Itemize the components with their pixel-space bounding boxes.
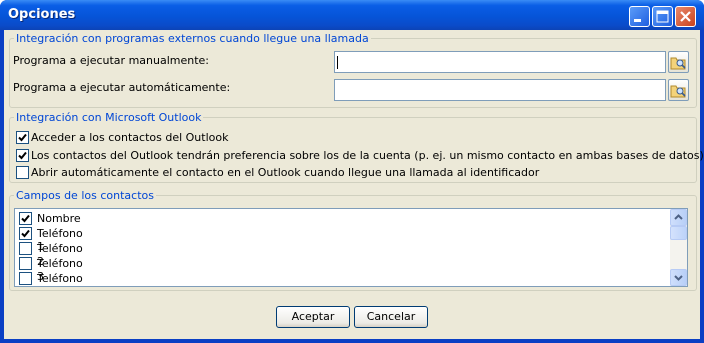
checkmark-icon [18, 133, 27, 142]
maximize-icon [656, 10, 669, 23]
manual-program-input[interactable] [334, 51, 666, 73]
window-title: Opciones [8, 7, 76, 22]
title-bar[interactable]: Opciones [0, 0, 704, 30]
outlook-option-checkbox[interactable] [16, 149, 29, 162]
minimize-icon [634, 19, 641, 22]
cancel-button[interactable]: Cancelar [354, 306, 428, 328]
manual-browse-button[interactable] [668, 51, 689, 73]
outlook-option-label: Acceder a los contactos del Outlook [31, 131, 229, 144]
outlook-option-checkbox[interactable] [16, 166, 29, 179]
list-item-checkbox[interactable] [19, 242, 32, 255]
checkmark-icon [18, 151, 27, 160]
close-icon [680, 11, 691, 22]
chevron-up-icon [674, 214, 683, 220]
auto-program-input[interactable] [334, 79, 666, 101]
list-item-checkbox[interactable] [19, 272, 32, 285]
maximize-button[interactable] [652, 6, 673, 27]
outlook-legend: Integración con Microsoft Outlook [16, 111, 202, 124]
minimize-button[interactable] [629, 6, 650, 27]
list-item-checkbox[interactable] [19, 227, 32, 240]
folder-search-icon [670, 85, 686, 98]
list-item-checkbox[interactable] [19, 257, 32, 270]
scroll-thumb[interactable] [670, 226, 687, 240]
outlook-option-checkbox[interactable] [16, 131, 29, 144]
contact-fields-legend: Campos de los contactos [16, 189, 154, 202]
list-item-label: Teléfono 4 [37, 272, 83, 286]
external-programs-legend: Integración con programas externos cuand… [16, 32, 369, 45]
list-item-checkbox[interactable] [19, 212, 32, 225]
auto-browse-button[interactable] [668, 79, 689, 101]
options-window: Opciones Integración con programas exter… [0, 0, 704, 343]
accept-button[interactable]: Aceptar [276, 306, 350, 328]
close-button[interactable] [675, 6, 696, 27]
vertical-scrollbar[interactable] [670, 209, 687, 286]
checkmark-icon [21, 214, 30, 223]
outlook-option-label: Los contactos del Outlook tendrán prefer… [31, 149, 704, 162]
auto-program-label: Programa a ejecutar automáticamente: [13, 81, 231, 94]
checkmark-icon [21, 229, 30, 238]
scroll-up-button[interactable] [670, 209, 687, 226]
contact-fields-list[interactable]: Nombre Teléfono 1 Teléfono 2 Teléfono 3 … [14, 208, 688, 287]
scroll-down-button[interactable] [670, 269, 687, 286]
manual-program-label: Programa a ejecutar manualmente: [13, 54, 210, 67]
text-caret [337, 56, 338, 69]
dialog-body: Integración con programas externos cuand… [4, 30, 704, 339]
chevron-down-icon [674, 275, 683, 281]
folder-search-icon [670, 57, 686, 70]
outlook-option-label: Abrir automáticamente el contacto en el … [31, 166, 540, 179]
list-item-label: Nombre [37, 212, 81, 225]
